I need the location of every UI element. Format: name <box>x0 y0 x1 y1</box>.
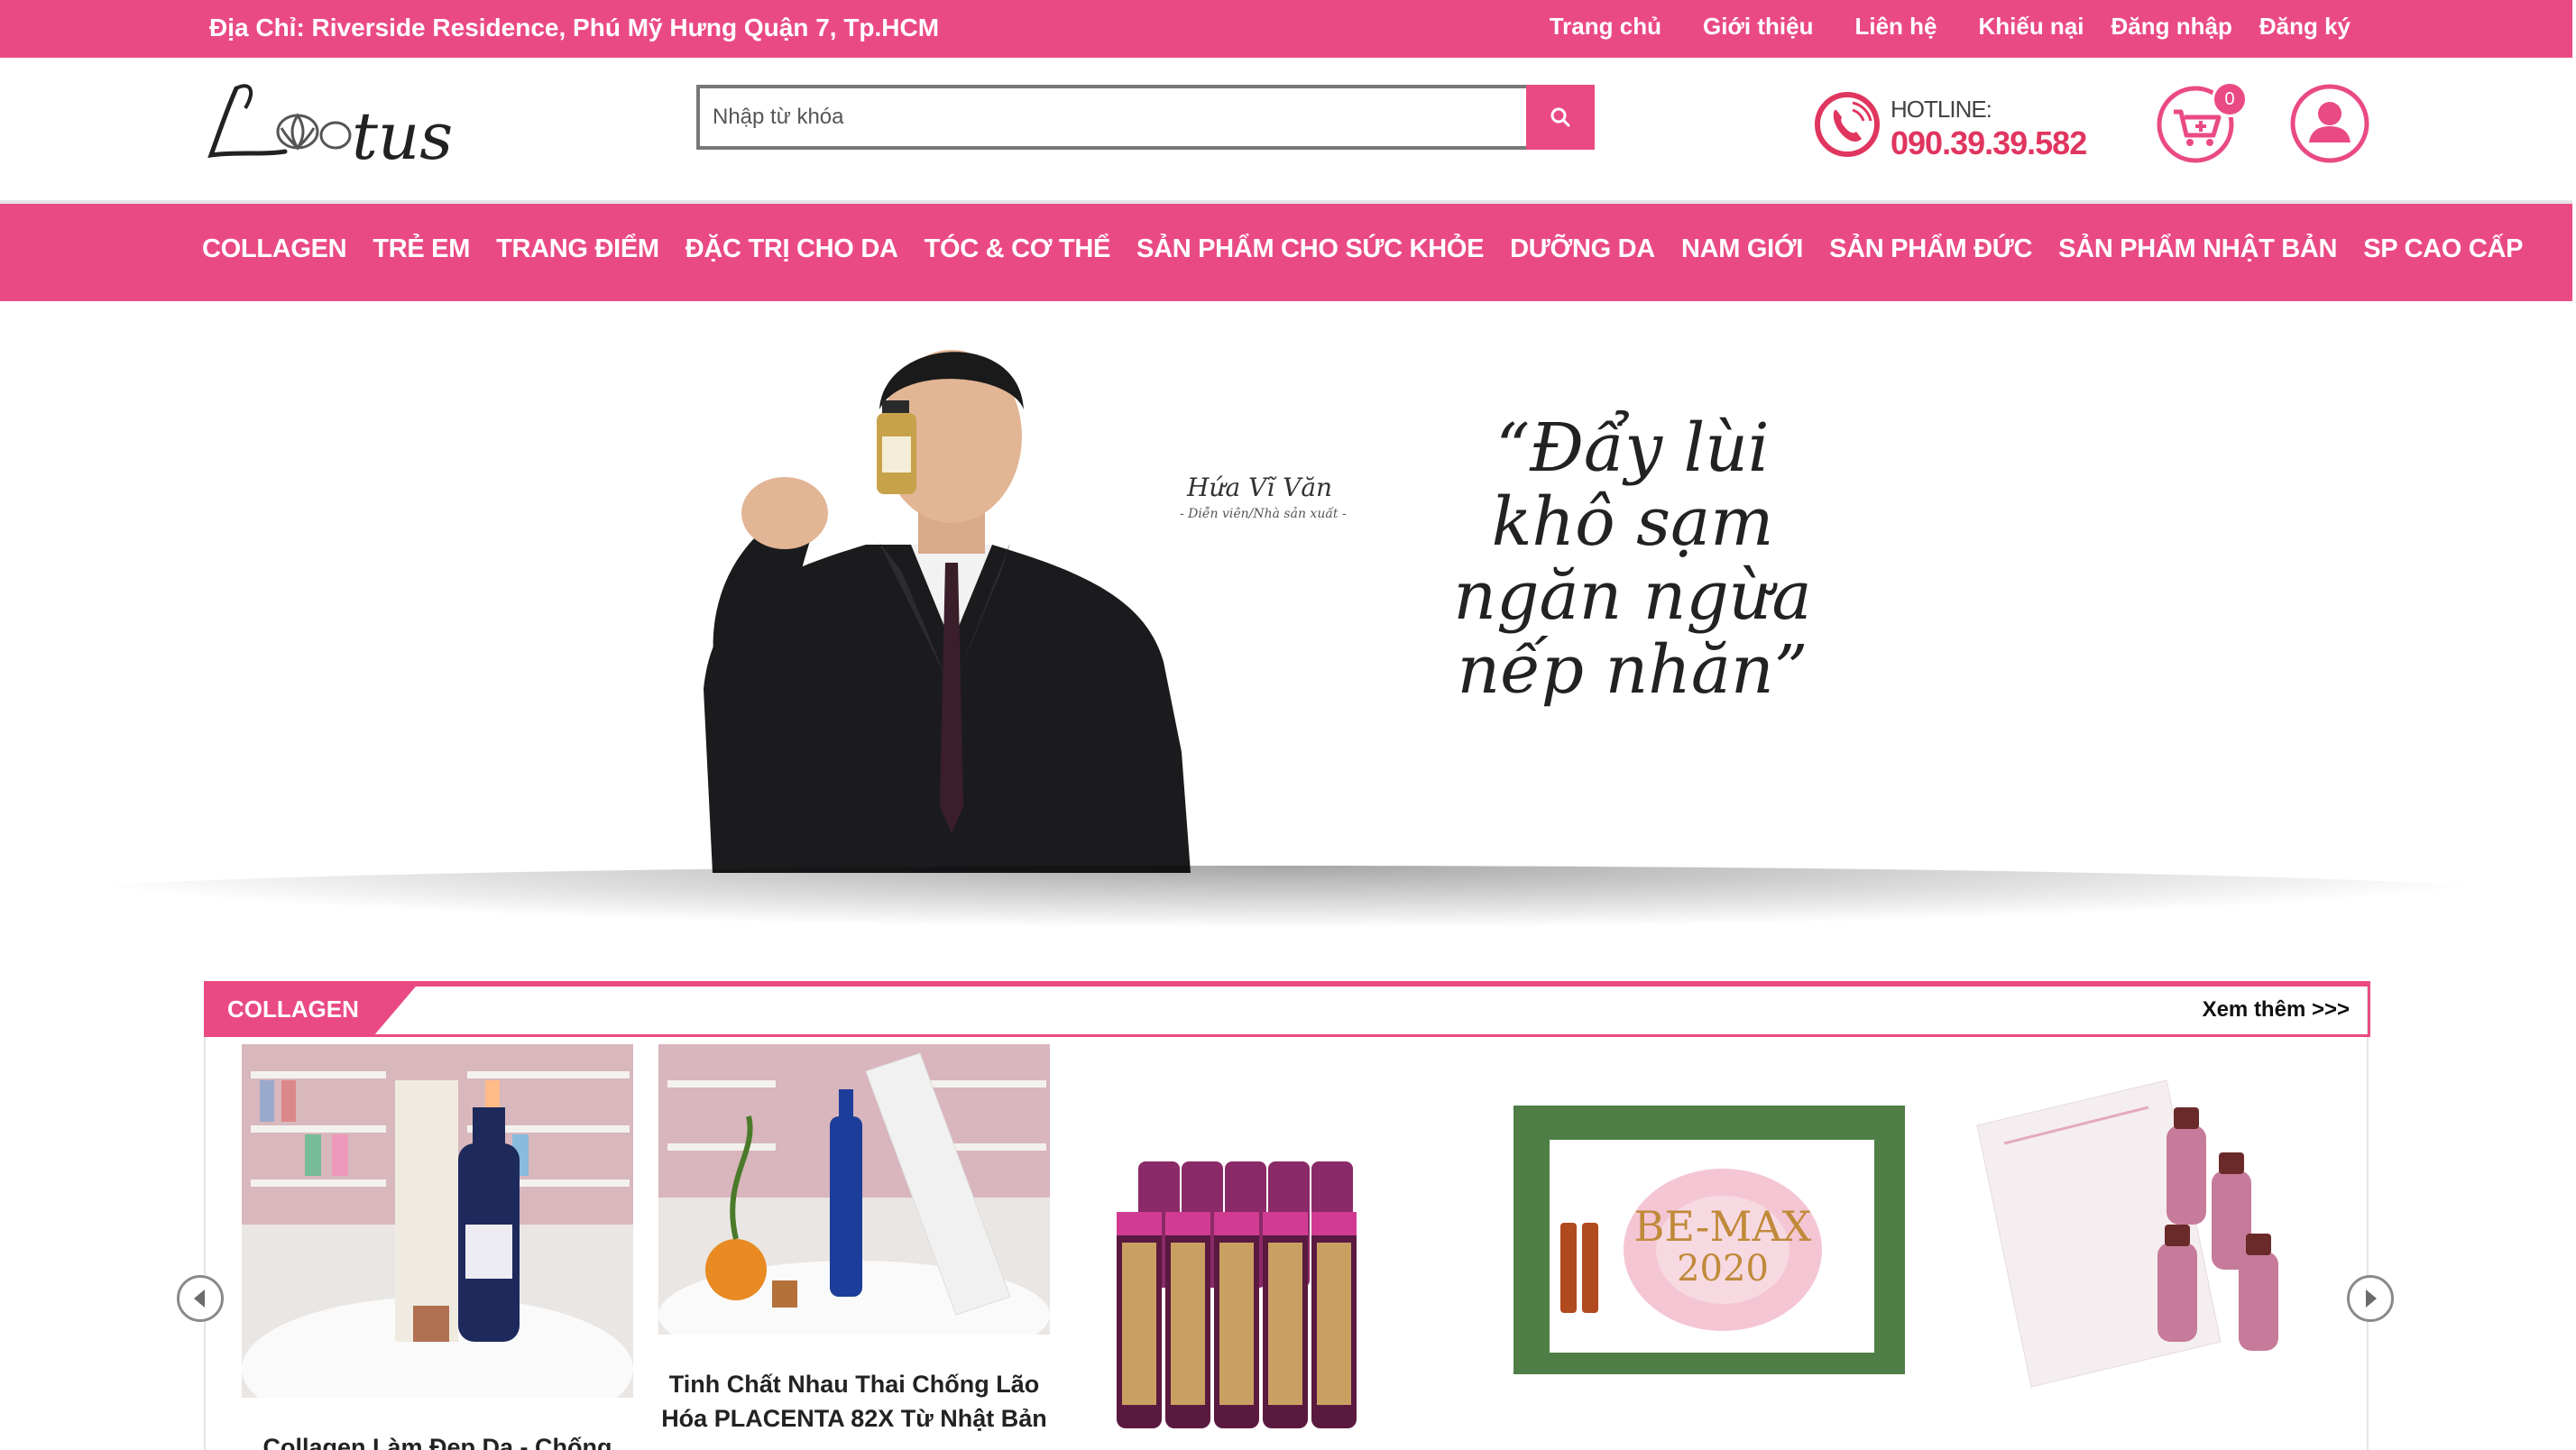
product-name[interactable]: Tinh Chất Nhau Thai Chống Lão Hóa PLACEN… <box>658 1367 1050 1436</box>
link-register[interactable]: Đăng ký <box>2259 13 2351 41</box>
product-name-line: Hóa PLACENTA 82X Từ Nhật Bản <box>661 1405 1047 1432</box>
quote-line: khô sạm <box>1491 483 1774 561</box>
see-more-link[interactable]: Xem thêm >>> <box>2203 997 2350 1023</box>
nav-item-premium[interactable]: SP CAO CẤP <box>2363 234 2523 264</box>
nav-item-hair-body[interactable]: TÓC & CƠ THỂ <box>925 234 1111 264</box>
cart-button[interactable]: 0 <box>2156 81 2248 164</box>
link-contact[interactable]: Liên hệ <box>1854 13 1937 41</box>
store-address: Địa Chỉ: Riverside Residence, Phú Mỹ Hưn… <box>209 14 940 41</box>
chevron-right-icon <box>2366 1289 2377 1308</box>
banner-quote: “Đẩy lùi khô sạm ngăn ngừa nếp nhăn” <box>1443 411 1822 707</box>
nav-item-health[interactable]: SẢN PHẨM CHO SỨC KHỎE <box>1136 234 1484 264</box>
carousel-prev-button[interactable] <box>177 1275 224 1322</box>
product-card[interactable]: BE-MAX 2020 <box>1513 1044 1905 1450</box>
cart-count-badge: 0 <box>2212 81 2248 117</box>
link-complaint[interactable]: Khiếu nại <box>1978 13 2084 41</box>
user-icon <box>2290 84 2369 163</box>
link-login[interactable]: Đăng nhập <box>2111 13 2232 41</box>
nav-item-japanese[interactable]: SẢN PHẨM NHẬT BẢN <box>2058 234 2337 264</box>
link-about[interactable]: Giới thiệu <box>1703 13 1813 41</box>
quote-line: nếp nhăn” <box>1457 631 1808 709</box>
nav-item-makeup[interactable]: TRANG ĐIỂM <box>496 234 659 264</box>
product-image[interactable] <box>1075 1161 1467 1432</box>
quote-line: ngăn ngừa <box>1453 557 1812 635</box>
banner-shadow <box>9 866 2562 929</box>
product-image[interactable]: BE-MAX 2020 <box>1513 1106 1905 1374</box>
section-header: COLLAGEN Xem thêm >>> <box>204 981 2370 1037</box>
signature-title: - Diễn viên/Nhà sản xuất - <box>1180 507 1347 521</box>
nav-item-skin-treatment[interactable]: ĐẶC TRỊ CHO DA <box>685 234 898 264</box>
lotus-logo[interactable]: tus <box>200 72 489 174</box>
product-card[interactable] <box>1075 1044 1467 1450</box>
signature-name: Hứa Vĩ Văn <box>1187 473 1333 502</box>
product-image[interactable] <box>658 1044 1050 1335</box>
product-name-line: Tinh Chất Nhau Thai Chống Lão <box>668 1371 1040 1398</box>
product-card[interactable]: Tinh Chất Nhau Thai Chống Lão Hóa PLACEN… <box>658 1044 1050 1450</box>
section-title: COLLAGEN <box>227 996 359 1023</box>
product-image[interactable] <box>242 1044 633 1398</box>
search-button[interactable] <box>1526 85 1595 150</box>
svg-text:BE-MAX: BE-MAX <box>1634 1202 1812 1251</box>
hotline: HOTLINE: 090.39.39.582 <box>1813 90 2087 162</box>
page: Địa Chỉ: Riverside Residence, Phú Mỹ Hưn… <box>0 0 2576 1450</box>
nav-item-german[interactable]: SẢN PHẨM ĐỨC <box>1829 234 2032 264</box>
hotline-label: HOTLINE: <box>1891 96 1992 123</box>
top-links: Trang chủ Giới thiệu Liên hệ Khiếu nại Đ… <box>1508 13 2351 41</box>
nav-item-skincare[interactable]: DƯỠNG DA <box>1510 234 1655 264</box>
link-home[interactable]: Trang chủ <box>1550 13 1661 41</box>
collagen-section: COLLAGEN Xem thêm >>> Collagen Làm Đẹp D… <box>204 981 2370 1450</box>
carousel-next-button[interactable] <box>2347 1275 2394 1322</box>
quote-line: “Đẩy lùi <box>1495 409 1770 487</box>
product-image[interactable] <box>1941 1044 2332 1414</box>
nav-item-kids[interactable]: TRẺ EM <box>373 234 470 264</box>
category-nav: COLLAGEN TRẺ EM TRANG ĐIỂM ĐẶC TRỊ CHO D… <box>0 204 2572 301</box>
spokesperson-image <box>704 350 1191 873</box>
svg-text:tus: tus <box>352 98 453 171</box>
header: tus HOTLINE: 090.39.39.582 <box>0 58 2572 200</box>
chevron-left-icon <box>194 1289 205 1308</box>
product-card[interactable] <box>1941 1044 2332 1450</box>
nav-item-men[interactable]: NAM GIỚI <box>1681 234 1803 264</box>
search-icon <box>1550 107 1570 127</box>
nav-item-collagen[interactable]: COLLAGEN <box>202 234 347 264</box>
hotline-phone[interactable]: 090.39.39.582 <box>1891 124 2087 162</box>
svg-text:2020: 2020 <box>1677 1248 1769 1289</box>
hero-banner[interactable]: Hứa Vĩ Văn - Diễn viên/Nhà sản xuất - “Đ… <box>0 301 2572 873</box>
product-card[interactable]: Collagen Làm Đẹp Da - Chống Lão <box>242 1044 633 1450</box>
top-bar: Địa Chỉ: Riverside Residence, Phú Mỹ Hưn… <box>0 0 2572 58</box>
search-input[interactable] <box>696 85 1526 150</box>
search-bar <box>696 85 1595 150</box>
phone-icon <box>1815 92 1880 157</box>
product-name[interactable]: Collagen Làm Đẹp Da - Chống Lão <box>242 1430 633 1450</box>
account-button[interactable] <box>2289 83 2370 164</box>
